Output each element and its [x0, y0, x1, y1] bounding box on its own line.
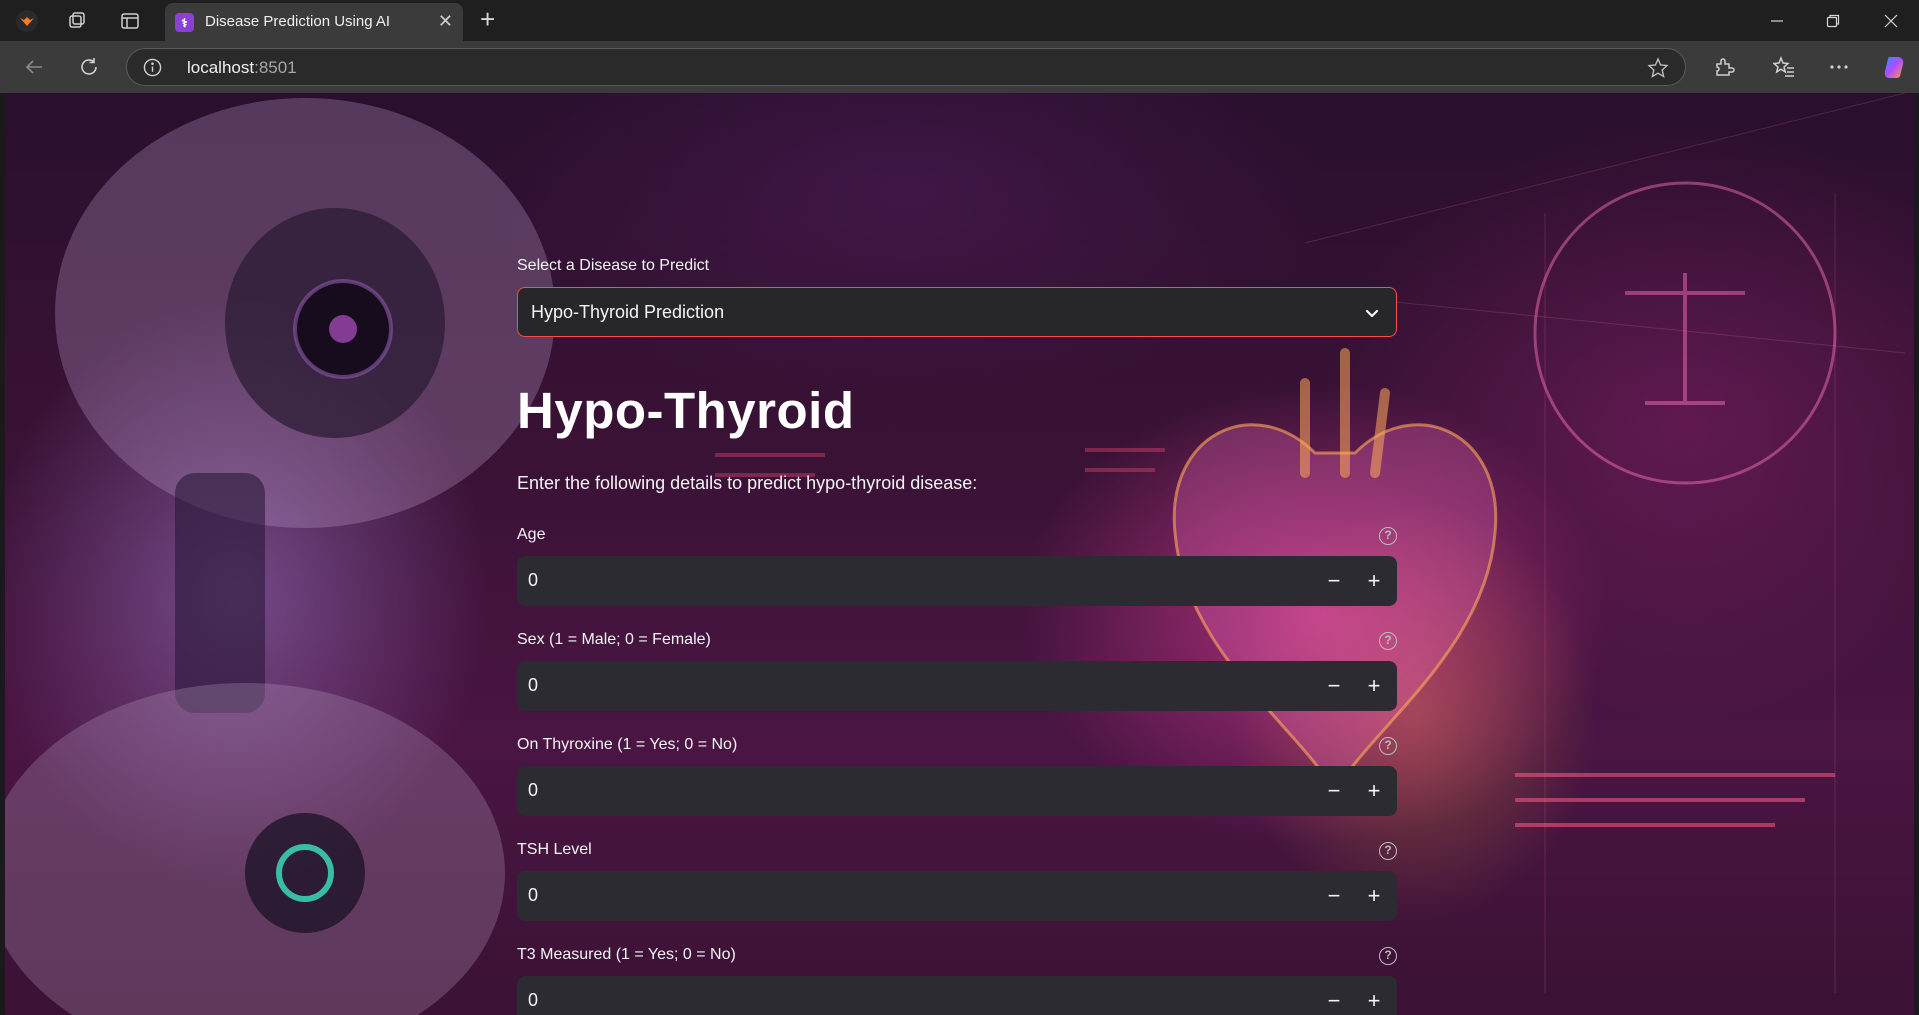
tab-close-icon[interactable]: ✕: [438, 11, 453, 32]
active-tab[interactable]: ⚕ Disease Prediction Using AI ✕: [165, 3, 463, 41]
sex-label: Sex (1 = Male; 0 = Female): [517, 631, 711, 648]
decrement-button[interactable]: −: [1314, 556, 1354, 606]
copilot-icon[interactable]: [1880, 53, 1908, 81]
back-arrow-icon[interactable]: [20, 53, 48, 81]
tab-favicon-icon: ⚕: [175, 13, 194, 32]
new-tab-button[interactable]: +: [480, 6, 495, 32]
help-icon[interactable]: ?: [1379, 632, 1397, 650]
browser-profile-icon[interactable]: [14, 8, 40, 34]
chevron-down-icon: [1365, 309, 1379, 318]
url-port: :8501: [254, 58, 297, 77]
increment-button[interactable]: +: [1354, 556, 1394, 606]
increment-button[interactable]: +: [1354, 661, 1394, 711]
page-title: Hypo-Thyroid: [517, 382, 855, 439]
help-icon[interactable]: ?: [1379, 947, 1397, 965]
extensions-icon[interactable]: [1710, 53, 1738, 81]
decrement-button[interactable]: −: [1314, 766, 1354, 816]
tab-title: Disease Prediction Using AI: [205, 13, 391, 30]
favorite-star-icon[interactable]: [1647, 57, 1669, 79]
on-thyroxine-input[interactable]: 0 − +: [517, 766, 1397, 816]
increment-button[interactable]: +: [1354, 766, 1394, 816]
disease-select-value: Hypo-Thyroid Prediction: [531, 302, 725, 322]
tsh-level-label: TSH Level: [517, 841, 592, 858]
workspaces-icon[interactable]: [64, 8, 90, 34]
t3-measured-input[interactable]: 0 − +: [517, 976, 1397, 1015]
increment-button[interactable]: +: [1354, 976, 1394, 1015]
minimize-icon[interactable]: [1762, 8, 1792, 34]
browser-toolbar: localhost:8501: [0, 41, 1919, 93]
sex-input[interactable]: 0 − +: [517, 661, 1397, 711]
t3-measured-label: T3 Measured (1 = Yes; 0 = No): [517, 946, 736, 963]
url-text: localhost:8501: [187, 58, 297, 78]
more-options-icon[interactable]: [1825, 53, 1853, 81]
app-background: Select a Disease to Predict Hypo-Thyroid…: [5, 93, 1914, 1015]
age-value: 0: [528, 570, 539, 590]
age-label: Age: [517, 526, 546, 543]
disease-select[interactable]: Hypo-Thyroid Prediction: [517, 287, 1397, 337]
t3-measured-value: 0: [528, 990, 539, 1010]
window-close-icon[interactable]: [1876, 8, 1906, 34]
decrement-button[interactable]: −: [1314, 871, 1354, 921]
on-thyroxine-label: On Thyroxine (1 = Yes; 0 = No): [517, 736, 738, 753]
page-subtitle: Enter the following details to predict h…: [517, 473, 978, 493]
sex-value: 0: [528, 675, 539, 695]
tsh-level-input[interactable]: 0 − +: [517, 871, 1397, 921]
on-thyroxine-value: 0: [528, 780, 539, 800]
age-input[interactable]: 0 − +: [517, 556, 1397, 606]
disease-select-label: Select a Disease to Predict: [517, 257, 710, 274]
decrement-button[interactable]: −: [1314, 976, 1354, 1015]
address-bar[interactable]: localhost:8501: [126, 48, 1686, 86]
site-info-icon[interactable]: [143, 58, 162, 77]
refresh-icon[interactable]: [75, 53, 103, 81]
help-icon[interactable]: ?: [1379, 842, 1397, 860]
decrement-button[interactable]: −: [1314, 661, 1354, 711]
restore-icon[interactable]: [1818, 8, 1848, 34]
tsh-level-value: 0: [528, 885, 539, 905]
favorites-icon[interactable]: [1770, 53, 1798, 81]
increment-button[interactable]: +: [1354, 871, 1394, 921]
help-icon[interactable]: ?: [1379, 527, 1397, 545]
url-host: localhost: [187, 58, 255, 77]
help-icon[interactable]: ?: [1379, 737, 1397, 755]
browser-tab-bar: ⚕ Disease Prediction Using AI ✕ +: [0, 0, 1919, 41]
vertical-tabs-icon[interactable]: [117, 8, 143, 34]
